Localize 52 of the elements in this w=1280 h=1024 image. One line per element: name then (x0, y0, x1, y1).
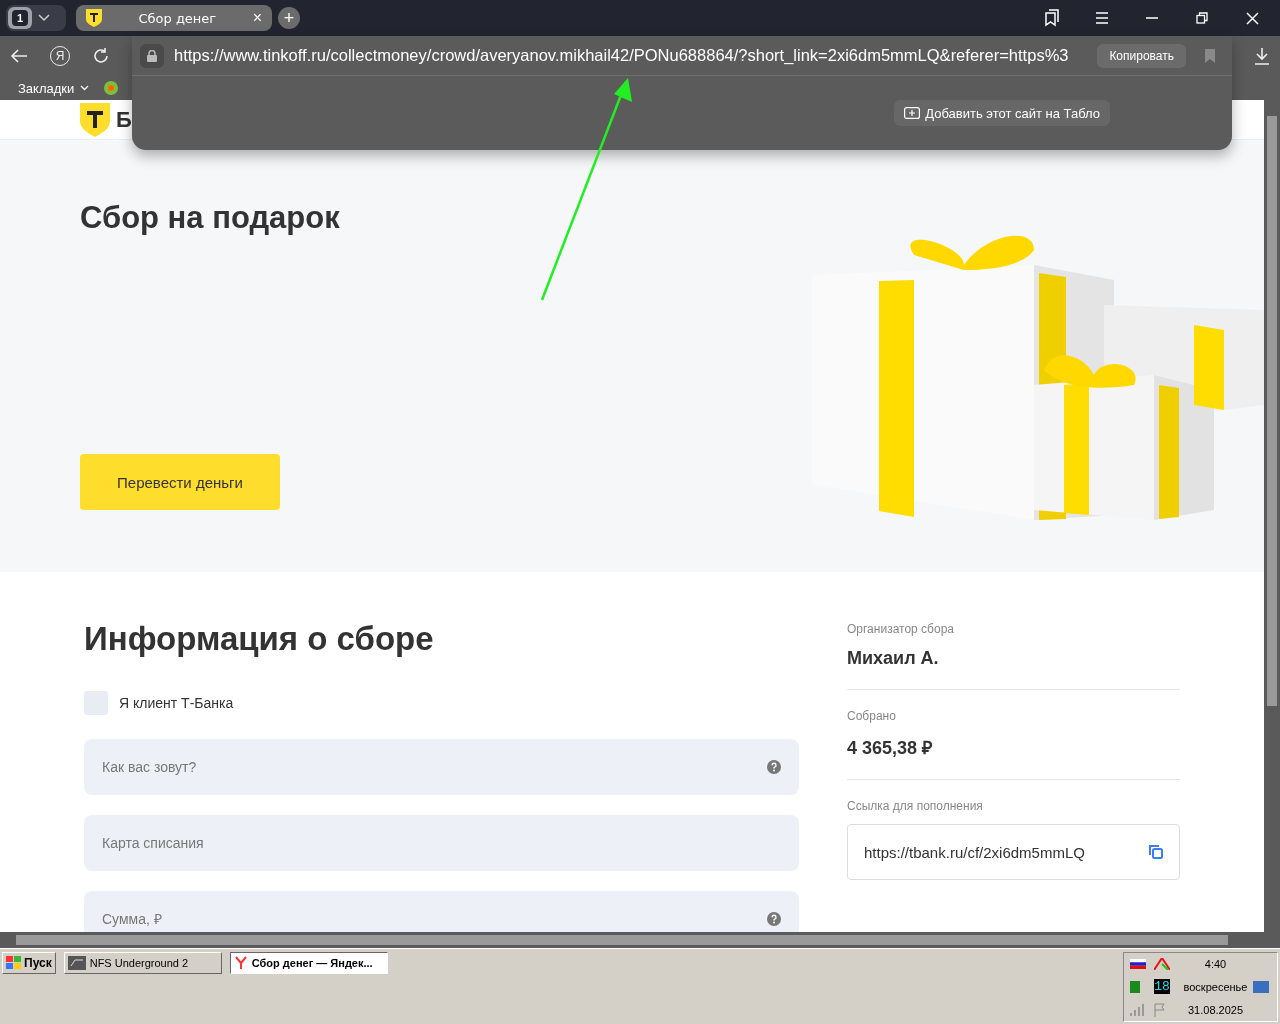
clock-date: 31.08.2025 (1186, 1003, 1245, 1016)
monitor-icon (1253, 981, 1269, 993)
taskbar-button[interactable]: NFS Underground 2 (63, 952, 222, 974)
clock-time: 4:40 (1203, 958, 1228, 971)
field-label: Собрано (847, 709, 897, 723)
horizontal-scrollbar[interactable] (0, 932, 1280, 948)
tab-close-button[interactable]: × (252, 9, 262, 27)
flag-outline-icon (1154, 1002, 1168, 1017)
caret-icon (38, 14, 50, 22)
counter-display: 18 (1154, 979, 1170, 995)
address-field[interactable]: https://www.tinkoff.ru/collectmoney/crowd/averyanov.mikhail42/PONu688864/?short_link=2xi6dm5mmLQ&referer=https%3 (174, 46, 1088, 65)
browser-tab[interactable]: Сбор денег × (76, 5, 272, 31)
help-icon[interactable] (767, 912, 781, 926)
lock-icon (140, 43, 164, 68)
logo-text: Б (116, 106, 132, 133)
signal-icon (1130, 1003, 1146, 1016)
flower-icon[interactable] (103, 80, 120, 96)
copy-button[interactable]: Копировать (1097, 43, 1186, 68)
section-title: Информация о сборе (84, 620, 435, 658)
field-label: Организатор сбора (847, 622, 955, 636)
shield-logo-icon (80, 102, 110, 137)
back-icon[interactable] (10, 49, 28, 63)
network-icon (1154, 958, 1170, 971)
input-field[interactable]: Сумма, ₽ (84, 891, 799, 932)
app-icon (67, 956, 86, 970)
link-text: https://tbank.ru/cf/2xi6dm5mmLQ (864, 843, 1085, 861)
caret-icon (80, 85, 90, 91)
help-icon[interactable] (767, 760, 781, 774)
organizer-name: Михаил А. (847, 648, 940, 669)
taskbar-button[interactable]: Сбор денег — Яндек... (229, 952, 388, 974)
download-icon[interactable] (1254, 47, 1270, 65)
bookmarks-menu[interactable]: Закладки (18, 80, 90, 96)
start-button[interactable]: Пуск (2, 952, 56, 974)
page-title: Сбор на подарок (80, 200, 340, 236)
add-to-tablo-button[interactable]: Добавить этот сайт на Табло (894, 100, 1110, 126)
windows-logo-icon (6, 956, 22, 970)
shield-logo-icon (86, 9, 102, 27)
transfer-button[interactable]: Перевести деньги (80, 454, 280, 510)
input-field[interactable]: Как вас зовут? (84, 739, 799, 795)
tab-counter-button[interactable]: 1 (6, 5, 66, 31)
grid-icon (1130, 981, 1140, 993)
field-label: Ссылка для пополнения (847, 799, 984, 813)
y-logo-icon (233, 956, 248, 970)
input-field[interactable]: Карта списания (84, 815, 799, 871)
new-tab-button[interactable]: + (278, 7, 300, 29)
copy-icon[interactable] (1149, 845, 1163, 859)
flag-icon (1130, 959, 1146, 970)
checkbox-label: Я клиент Т-Банка (119, 695, 234, 711)
reload-icon[interactable] (92, 47, 110, 65)
plus-square-icon (904, 107, 921, 119)
clock-day: воскресенье (1178, 981, 1253, 993)
collected-amount: 4 365,38 ₽ (847, 737, 934, 759)
